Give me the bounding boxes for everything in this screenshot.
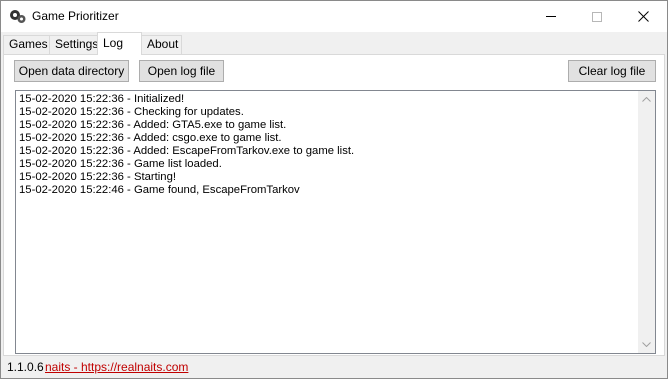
close-icon [637,11,649,22]
tab-games[interactable]: Games [3,35,50,54]
window-title: Game Prioritizer [32,9,119,23]
log-tab-panel: Open data directory Open log file Clear … [3,54,665,356]
scroll-down-button[interactable] [638,336,655,353]
scroll-up-button[interactable] [638,91,655,108]
log-line: 15-02-2020 15:22:36 - Added: GTA5.exe to… [19,119,287,131]
vertical-scrollbar[interactable] [638,91,655,353]
log-textbox[interactable]: 15-02-2020 15:22:36 - Initialized! 15-02… [15,90,656,354]
clear-log-file-button[interactable]: Clear log file [568,60,656,82]
minimize-icon [546,16,556,17]
title-bar[interactable]: Game Prioritizer [1,1,667,32]
log-lines: 15-02-2020 15:22:36 - Initialized! 15-02… [19,93,639,197]
log-line: 15-02-2020 15:22:36 - Added: EscapeFromT… [19,145,355,157]
tab-settings[interactable]: Settings [49,35,98,54]
maximize-icon [592,11,602,22]
chevron-down-icon [642,342,651,347]
maximize-button[interactable] [574,1,620,32]
status-bar: 1.1.0.6 naits - https://realnaits.com [1,357,667,378]
log-line: 15-02-2020 15:22:36 - Checking for updat… [19,106,244,118]
app-window: Game Prioritizer Games Settings Log Abou… [0,0,668,379]
gamepad-icon [10,10,26,23]
log-line: 15-02-2020 15:22:36 - Starting! [19,171,177,183]
log-line: 15-02-2020 15:22:46 - Game found, Escape… [19,184,300,196]
website-link[interactable]: naits - https://realnaits.com [45,360,188,374]
log-line: 15-02-2020 15:22:36 - Initialized! [19,93,185,105]
open-data-directory-button[interactable]: Open data directory [14,60,129,82]
tab-about[interactable]: About [141,35,182,54]
version-label: 1.1.0.6 [7,360,44,374]
tab-log[interactable]: Log [97,32,142,55]
chevron-up-icon [642,97,651,102]
close-button[interactable] [620,1,666,32]
tab-bar: Games Settings Log About [1,32,667,55]
open-log-file-button[interactable]: Open log file [139,60,224,82]
minimize-button[interactable] [528,1,574,32]
log-line: 15-02-2020 15:22:36 - Added: csgo.exe to… [19,132,282,144]
log-line: 15-02-2020 15:22:36 - Game list loaded. [19,158,222,170]
